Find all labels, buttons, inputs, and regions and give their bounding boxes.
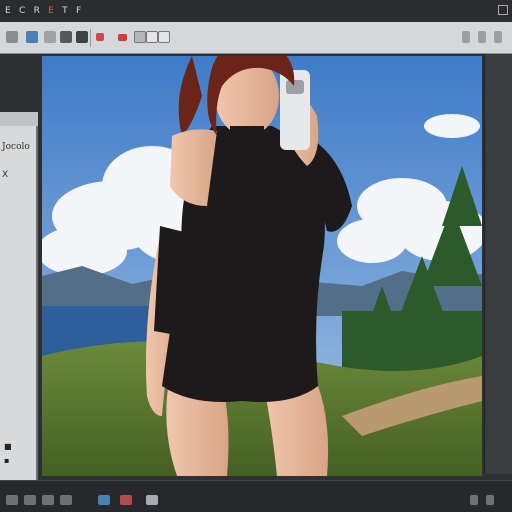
trash-icon[interactable] <box>120 495 132 505</box>
record-icon[interactable] <box>118 34 127 41</box>
lock-icon[interactable] <box>60 31 72 43</box>
frame-icon[interactable] <box>134 31 146 43</box>
settings-icon[interactable] <box>462 31 470 43</box>
canvas-image <box>42 56 482 476</box>
bottom-bar <box>0 480 512 512</box>
group-icon[interactable] <box>60 495 72 505</box>
layers-panel: Jocolo X ■ ▪ <box>0 112 38 482</box>
image-icon[interactable] <box>98 495 110 505</box>
menu-item-5[interactable]: T <box>59 6 71 16</box>
mask-icon[interactable] <box>42 495 54 505</box>
image-canvas[interactable] <box>42 56 482 476</box>
panel-dot-icon: ■ <box>4 442 12 451</box>
menu-item-6[interactable]: F <box>73 6 84 16</box>
brush-icon[interactable] <box>6 31 18 43</box>
layer-icon[interactable] <box>6 495 18 505</box>
tool-icon[interactable] <box>494 31 502 43</box>
menu-bar: E C R E T F <box>0 0 512 22</box>
panel-header <box>0 112 38 126</box>
menu-item-1[interactable]: E <box>2 6 14 16</box>
selection-icon[interactable] <box>76 31 88 43</box>
menu-item-2[interactable]: C <box>16 6 29 16</box>
maximize-icon[interactable] <box>498 5 508 15</box>
image-editor-window: E C R E T F Jocolo X ■ ▪ <box>0 0 512 512</box>
square-icon[interactable] <box>158 31 170 43</box>
adjust-icon[interactable] <box>470 495 478 505</box>
record-icon[interactable] <box>96 33 104 41</box>
right-panel <box>484 54 512 474</box>
toolbar-divider <box>90 29 91 47</box>
toolbar <box>0 22 512 54</box>
adjust-icon[interactable] <box>486 495 494 505</box>
panel-dot-icon: ▪ <box>4 456 10 465</box>
frame-icon[interactable] <box>146 31 158 43</box>
layer-icon[interactable] <box>44 31 56 43</box>
menu-item-4[interactable]: E <box>45 6 57 16</box>
grid-icon[interactable] <box>478 31 486 43</box>
panel-label: Jocolo <box>2 142 30 152</box>
panel-close-icon[interactable]: X <box>2 170 16 180</box>
menu-item-3[interactable]: R <box>31 6 44 16</box>
adjust-icon[interactable] <box>24 495 36 505</box>
layer-icon[interactable] <box>146 495 158 505</box>
pen-icon[interactable] <box>26 31 38 43</box>
